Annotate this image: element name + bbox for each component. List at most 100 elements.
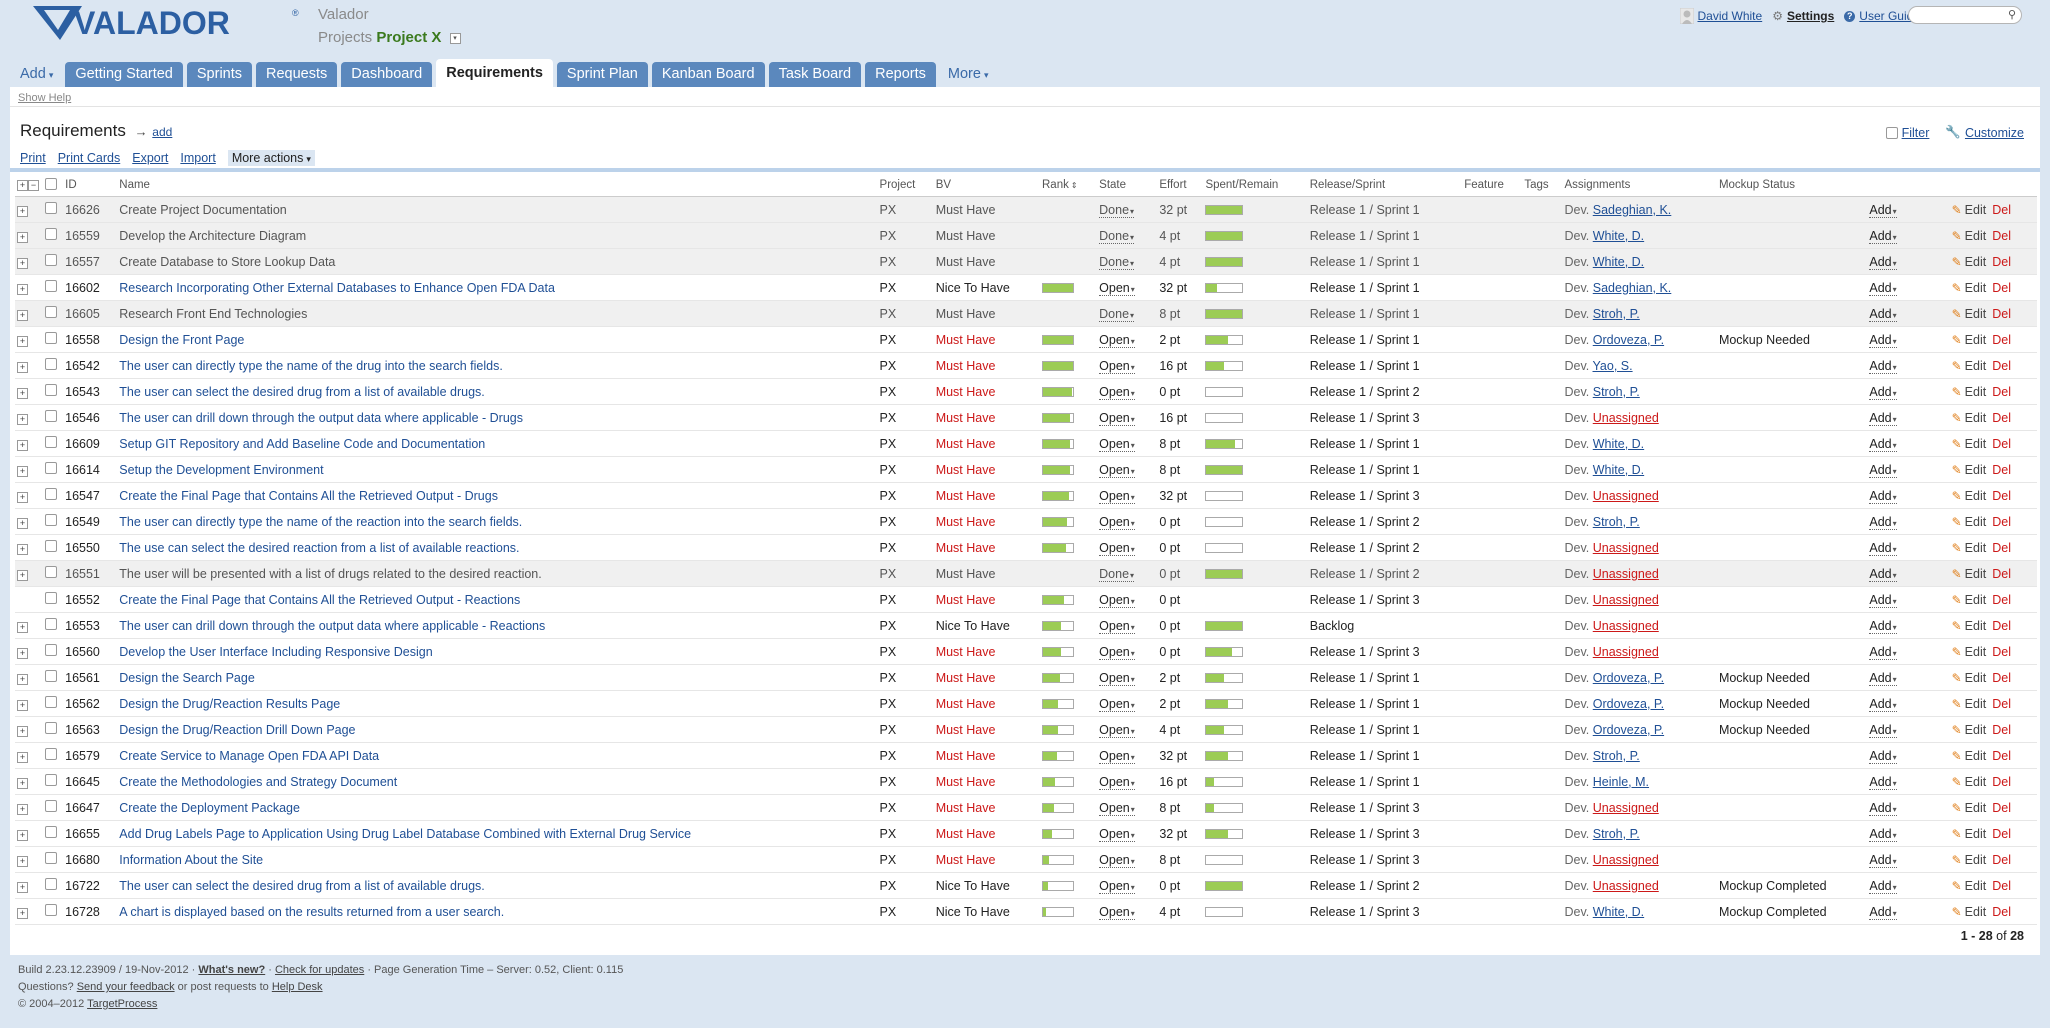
row-name-link[interactable]: Create the Deployment Package (117, 794, 878, 821)
help-desk-link[interactable]: Help Desk (272, 981, 323, 993)
plus-icon[interactable]: + (17, 907, 28, 919)
tab-dashboard[interactable]: Dashboard (341, 62, 433, 87)
table-row[interactable]: +16655 Add Drug Labels Page to Applicatio… (15, 820, 2037, 847)
row-state-dropdown[interactable]: Open (1097, 404, 1158, 431)
plus-icon[interactable]: + (17, 257, 28, 269)
row-checkbox[interactable] (43, 430, 64, 457)
table-row[interactable]: +16549 The user can directly type the nam… (15, 508, 2037, 535)
row-name-link[interactable]: Research Front End Technologies (117, 300, 878, 327)
row-name-link[interactable]: The user can select the desired drug fro… (117, 872, 878, 899)
pencil-icon[interactable]: ✎ (1952, 203, 1962, 217)
row-add-dropdown[interactable]: Add (1867, 846, 1950, 873)
row-name-link[interactable]: Create the Final Page that Contains All … (117, 482, 878, 509)
row-state-dropdown[interactable]: Open (1097, 872, 1158, 899)
delete-link[interactable]: Del (1992, 203, 2011, 217)
delete-link[interactable]: Del (1992, 307, 2011, 321)
delete-link[interactable]: Del (1992, 697, 2011, 711)
table-row[interactable]: +16728 A chart is displayed based on the … (15, 898, 2037, 925)
table-row[interactable]: +16547 Create the Final Page that Contain… (15, 482, 2037, 509)
plus-icon[interactable]: + (17, 829, 28, 841)
row-name-link[interactable]: The user can directly type the name of t… (117, 508, 878, 535)
tab-add[interactable]: Add ▾ (12, 62, 61, 87)
plus-icon[interactable]: + (17, 387, 28, 399)
row-add-dropdown[interactable]: Add (1867, 326, 1950, 353)
table-row[interactable]: +16602 Research Incorporating Other Exter… (15, 274, 2037, 301)
row-name-link[interactable]: The user can drill down through the outp… (117, 612, 878, 639)
table-row[interactable]: +16645 Create the Methodologies and Strat… (15, 768, 2037, 795)
row-name-link[interactable]: Develop the Architecture Diagram (117, 222, 878, 249)
pencil-icon[interactable]: ✎ (1952, 905, 1962, 919)
col-rank[interactable]: Rank ⇕ (1040, 174, 1098, 197)
assignee-link[interactable]: Stroh, P. (1593, 749, 1640, 763)
expand-row-control[interactable]: + (15, 820, 44, 847)
assignee-link[interactable]: Stroh, P. (1593, 385, 1640, 399)
row-add-dropdown[interactable]: Add (1867, 560, 1950, 587)
row-name-link[interactable]: Create the Methodologies and Strategy Do… (117, 768, 878, 795)
pencil-icon[interactable]: ✎ (1952, 515, 1962, 529)
select-all-checkbox[interactable] (43, 174, 64, 197)
assignee-link[interactable]: Unassigned (1593, 619, 1659, 633)
row-name-link[interactable]: A chart is displayed based on the result… (117, 898, 878, 925)
plus-icon[interactable]: + (17, 335, 28, 347)
expand-row-control[interactable]: + (15, 274, 44, 301)
row-name-link[interactable]: Information About the Site (117, 846, 878, 873)
row-checkbox[interactable] (43, 196, 64, 223)
row-state-dropdown[interactable]: Open (1097, 846, 1158, 873)
send-feedback-link[interactable]: Send your feedback (77, 981, 175, 993)
assignee-link[interactable]: White, D. (1593, 463, 1644, 477)
pencil-icon[interactable]: ✎ (1952, 281, 1962, 295)
delete-link[interactable]: Del (1992, 827, 2011, 841)
table-row[interactable]: +16614 Setup the Development Environment P… (15, 456, 2037, 483)
edit-link[interactable]: Edit (1965, 541, 1987, 555)
table-row[interactable]: +16626 Create Project Documentation PX Must… (15, 196, 2037, 223)
expand-row-control[interactable]: + (15, 742, 44, 769)
row-name-link[interactable]: Develop the User Interface Including Res… (117, 638, 878, 665)
table-row[interactable]: +16562 Design the Drug/Reaction Results P… (15, 690, 2037, 717)
row-add-dropdown[interactable]: Add (1867, 664, 1950, 691)
row-state-dropdown[interactable]: Open (1097, 664, 1158, 691)
tab-requirements[interactable]: Requirements (436, 59, 553, 87)
edit-link[interactable]: Edit (1965, 749, 1987, 763)
plus-icon[interactable]: + (17, 673, 28, 685)
table-row[interactable]: +16551 The user will be presented with a … (15, 560, 2037, 587)
pencil-icon[interactable]: ✎ (1952, 593, 1962, 607)
pencil-icon[interactable]: ✎ (1952, 619, 1962, 633)
pencil-icon[interactable]: ✎ (1952, 229, 1962, 243)
row-state-dropdown[interactable]: Open (1097, 898, 1158, 925)
print-cards-link[interactable]: Print Cards (58, 151, 121, 165)
customize-link[interactable]: Customize (1965, 126, 2024, 140)
row-name-link[interactable]: Create the Final Page that Contains All … (117, 586, 878, 613)
row-checkbox[interactable] (43, 508, 64, 535)
expand-row-control[interactable] (15, 586, 44, 613)
delete-link[interactable]: Del (1992, 775, 2011, 789)
col-effort[interactable]: Effort (1157, 174, 1204, 197)
row-checkbox[interactable] (43, 456, 64, 483)
edit-link[interactable]: Edit (1965, 671, 1987, 685)
edit-link[interactable]: Edit (1965, 203, 1987, 217)
row-state-dropdown[interactable]: Open (1097, 378, 1158, 405)
assignee-link[interactable]: Ordoveza, P. (1593, 697, 1664, 711)
edit-link[interactable]: Edit (1965, 385, 1987, 399)
filter-checkbox[interactable] (1885, 126, 1898, 139)
delete-link[interactable]: Del (1992, 333, 2011, 347)
assignee-link[interactable]: Unassigned (1593, 853, 1659, 867)
row-add-dropdown[interactable]: Add (1867, 794, 1950, 821)
row-checkbox[interactable] (43, 794, 64, 821)
pencil-icon[interactable]: ✎ (1952, 671, 1962, 685)
expand-row-control[interactable]: + (15, 352, 44, 379)
row-name-link[interactable]: The user can directly type the name of t… (117, 352, 878, 379)
table-row[interactable]: +16553 The user can drill down through th… (15, 612, 2037, 639)
plus-icon[interactable]: + (17, 569, 28, 581)
row-state-dropdown[interactable]: Done (1097, 560, 1158, 587)
row-add-dropdown[interactable]: Add (1867, 456, 1950, 483)
row-add-dropdown[interactable]: Add (1867, 768, 1950, 795)
row-add-dropdown[interactable]: Add (1867, 898, 1950, 925)
col-bv[interactable]: BV (933, 174, 1040, 197)
assignee-link[interactable]: Stroh, P. (1593, 515, 1640, 529)
search-icon[interactable]: ⚲ (2008, 8, 2016, 21)
export-link[interactable]: Export (132, 151, 168, 165)
table-row[interactable]: +16550 The use can select the desired rea… (15, 534, 2037, 561)
plus-icon[interactable]: + (17, 543, 28, 555)
search-input[interactable]: ⚲ (1908, 6, 2022, 24)
row-checkbox[interactable] (43, 846, 64, 873)
